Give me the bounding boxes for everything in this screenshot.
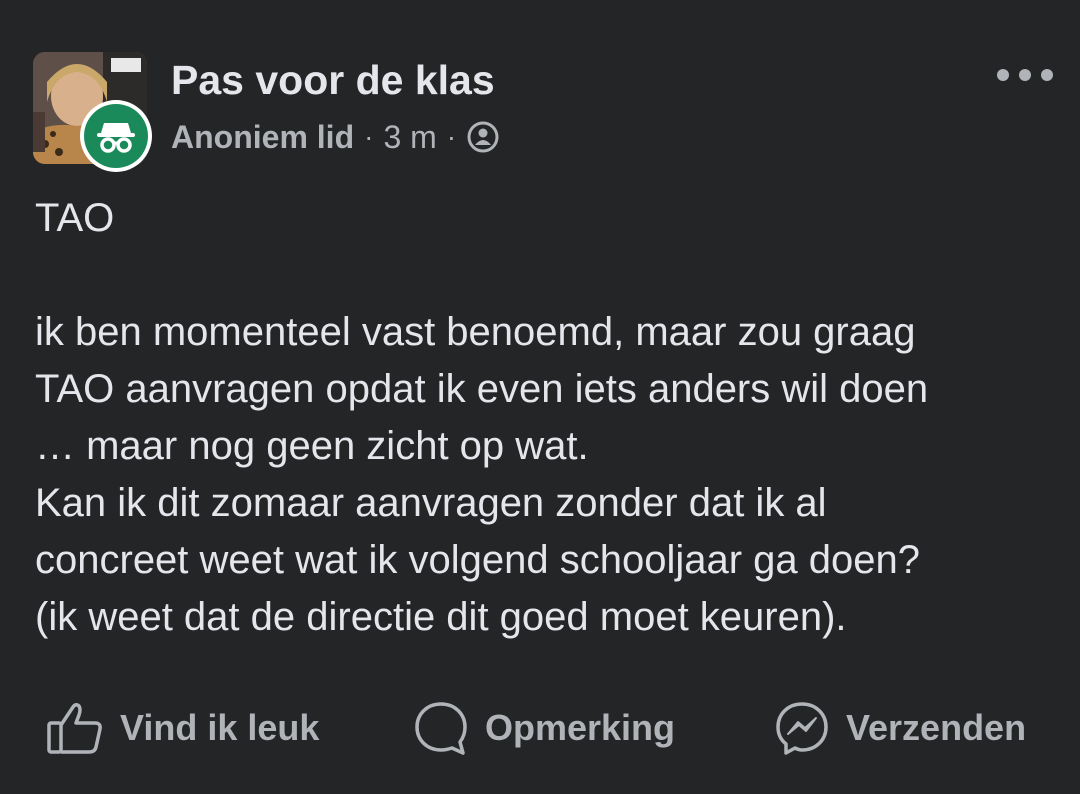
post-line: (ik weet dat de directie dit goed moet k…	[35, 595, 847, 639]
post-line: … maar nog geen zicht op wat.	[35, 424, 589, 468]
meta-separator: ·	[446, 121, 457, 152]
more-options-icon	[997, 69, 1053, 81]
group-name-link[interactable]: Pas voor de klas	[171, 56, 495, 104]
post-timestamp[interactable]: 3 m	[383, 119, 436, 156]
like-button[interactable]: Vind ik leuk	[46, 690, 319, 766]
comment-label: Opmerking	[485, 707, 676, 748]
thumbs-up-icon	[46, 701, 104, 755]
comment-button[interactable]: Opmerking	[413, 690, 675, 766]
post-line: concreet weet wat ik volgend schooljaar …	[35, 538, 920, 582]
post-card: Pas voor de klas Anoniem lid · 3 m · TAO…	[0, 0, 1080, 794]
author-name[interactable]: Anoniem lid	[171, 119, 354, 156]
send-label: Verzenden	[846, 707, 1027, 748]
post-line: Kan ik dit zomaar aanvragen zonder dat i…	[35, 481, 827, 525]
post-line: ik ben momenteel vast benoemd, maar zou …	[35, 310, 916, 354]
like-label: Vind ik leuk	[120, 707, 320, 748]
post-line: TAO	[35, 196, 115, 240]
more-options-button[interactable]	[994, 58, 1056, 92]
post-text: TAO ik ben momenteel vast benoemd, maar …	[35, 190, 1055, 646]
post-line: TAO aanvragen opdat ik even iets anders …	[35, 367, 929, 411]
comment-bubble-icon	[413, 700, 469, 756]
send-button[interactable]: Verzenden	[774, 690, 1026, 766]
meta-separator: ·	[364, 121, 374, 152]
group-avatar-stack[interactable]	[33, 52, 153, 172]
messenger-icon	[774, 700, 830, 756]
group-members-icon	[466, 120, 500, 154]
post-actions-bar: Vind ik leuk Opmerking Verzenden	[0, 690, 1080, 766]
post-meta: Anoniem lid · 3 m ·	[171, 116, 500, 158]
anonymous-member-avatar[interactable]	[80, 100, 152, 172]
incognito-icon	[97, 123, 135, 153]
